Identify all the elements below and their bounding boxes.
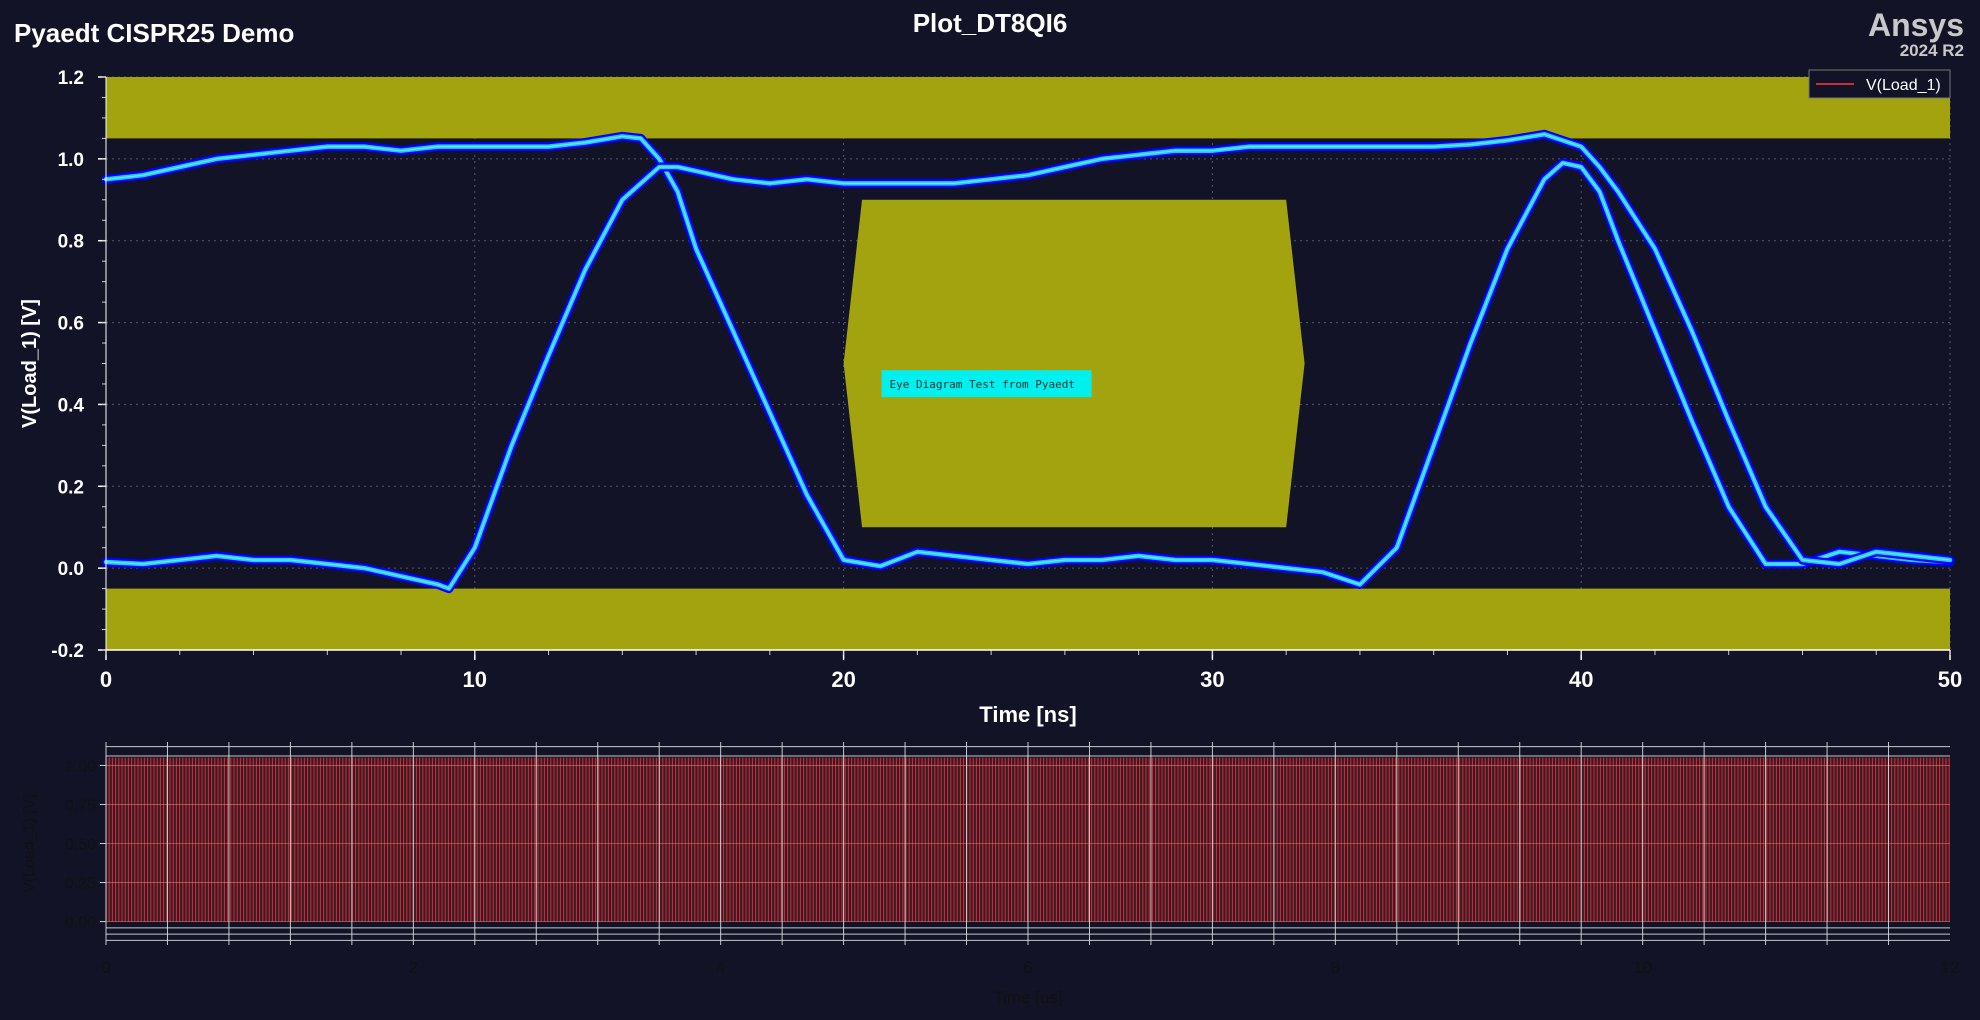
x-tick-label: 0 [100,667,112,692]
overview-x-tick-label: 2 [409,958,418,977]
y-tick-label: 0.8 [58,232,84,253]
legend-label: V(Load_1) [1866,77,1941,94]
y-tick-label: 0.6 [58,314,84,335]
x-tick-label: 40 [1569,667,1593,692]
overview-x-axis-label: Time [us] [993,988,1062,1007]
overview-x-tick-label: 0 [101,958,110,977]
overview-x-tick-label: 6 [1023,958,1032,977]
y-tick-label: 1.2 [58,68,84,89]
y-tick-label: 1.0 [58,150,84,171]
y-tick-label: 0.0 [58,559,84,580]
y-axis-label: V(Load_1) [V] [19,299,41,428]
x-tick-label: 30 [1200,667,1224,692]
overview-x-tick-label: 12 [1941,958,1960,977]
x-tick-label: 50 [1938,667,1962,692]
overview-y-tick-label: 0.50 [65,837,96,854]
overview-y-tick-label: 0.00 [65,915,96,932]
upper-mask-band [106,77,1950,139]
overview-x-tick-label: 4 [716,958,725,977]
overview-y-tick-label: 0.75 [65,797,96,814]
overview-y-tick-label: 1.00 [65,758,96,775]
eye-diagram-plot: 1.2 1.0 0.8 0.6 0.4 0.2 0.0 -0.2 0 10 20 30 40 50 Time… [19,68,1962,727]
x-axis-label: Time [ns] [979,702,1076,727]
overview-x-tick-label: 8 [1331,958,1340,977]
chart-canvas: 1.21.00.80.60.40.20.0-0.20 10 20 30 40 50Time… [19,68,1962,1007]
overview-x-tick-label: 10 [1633,958,1652,977]
lower-mask-band [106,588,1950,650]
annotation-text: Eye Diagram Test from Pyaedt [890,378,1075,391]
overview-y-axis-label: V(Load_1) [V] [21,794,38,893]
x-tick-label: 10 [463,667,487,692]
y-tick-label: 0.2 [58,477,84,498]
overview-plot: 0 2 4 6 8 10 12 1.00 0.75 0.50 0.25 0.00 Time [us] V(… [21,742,1959,1007]
y-tick-label: 0.4 [58,395,85,416]
y-tick-label: -0.2 [51,641,84,662]
x-tick-label: 20 [831,667,855,692]
overview-y-tick-label: 0.25 [65,876,96,893]
eye-mask-polygon [843,199,1305,528]
legend: V(Load_1) [1808,69,1951,99]
